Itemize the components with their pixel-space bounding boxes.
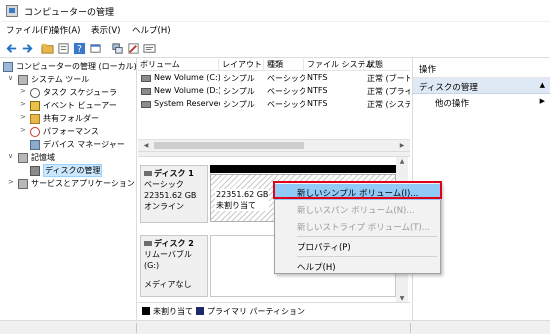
scroll-up-icon[interactable]: ▲ — [396, 157, 408, 167]
volume-icon — [141, 88, 151, 95]
chevron-down-icon[interactable]: ∨ — [8, 74, 13, 82]
back-icon[interactable] — [4, 41, 18, 55]
properties-icon[interactable] — [56, 41, 70, 55]
menu-bar: ファイル(F) 操作(A) 表示(V) ヘルプ(H) — [0, 22, 550, 38]
tree-item-performance[interactable]: > パフォーマンス — [0, 126, 137, 138]
tree-item-task-scheduler[interactable]: > タスク スケジューラ — [0, 87, 137, 99]
disk-2-label[interactable]: ディスク 2 リムーバブル (G:) メディアなし — [140, 235, 208, 297]
menu-help[interactable]: ヘルプ(H) — [132, 24, 171, 36]
performance-icon — [30, 127, 40, 137]
tree-item-device-manager[interactable]: デバイス マネージャー — [0, 139, 137, 151]
actions-section-disk-management[interactable]: ディスクの管理 ▲ — [413, 78, 550, 94]
menu-separator — [297, 236, 437, 237]
tree-item-shared-folders[interactable]: > 共有フォルダー — [0, 113, 137, 125]
actions-header: 操作 — [413, 58, 550, 78]
view-icon[interactable] — [142, 41, 156, 55]
unallocated-swatch — [142, 307, 150, 315]
settings-icon[interactable] — [126, 41, 140, 55]
action-other-operations[interactable]: 他の操作 ▶ — [413, 95, 550, 109]
storage-icon — [18, 153, 28, 163]
tree-item-disk-management[interactable]: ディスクの管理 — [0, 164, 137, 177]
legend-unallocated: 未割り当て — [153, 307, 193, 316]
primary-partition-swatch — [196, 307, 204, 315]
unallocated-bar — [210, 165, 396, 173]
device-manager-icon — [30, 140, 40, 150]
event-viewer-icon — [30, 101, 40, 111]
navigation-tree: コンピューターの管理 (ローカル) ∨ システム ツール > タスク スケジュー… — [0, 58, 137, 320]
column-header-volume[interactable]: ボリューム — [138, 59, 219, 71]
tree-item-event-viewer[interactable]: > イベント ビューアー — [0, 100, 137, 112]
scroll-right-icon[interactable]: ▶ — [396, 141, 408, 151]
clock-icon — [30, 88, 40, 98]
scrollbar-thumb[interactable] — [154, 142, 304, 149]
chevron-right-icon[interactable]: > — [8, 178, 14, 186]
menu-item-help[interactable]: ヘルプ(H) — [275, 258, 442, 274]
computer-icon — [3, 62, 13, 72]
horizontal-scrollbar[interactable]: ◀ ▶ — [138, 139, 410, 151]
disk-1-label[interactable]: ディスク 1 ベーシック 22351.62 GB オンライン — [140, 165, 208, 223]
volume-icon — [141, 101, 151, 108]
column-header-status[interactable]: 状態 — [365, 59, 410, 71]
scroll-left-icon[interactable]: ◀ — [140, 141, 152, 151]
menu-item-properties[interactable]: プロパティ(P) — [275, 238, 442, 254]
computer-management-icon — [6, 5, 18, 17]
menu-file[interactable]: ファイル(F) — [6, 24, 52, 36]
tree-item-root[interactable]: コンピューターの管理 (ローカル) — [0, 61, 137, 73]
tree-item-system-tools[interactable]: ∨ システム ツール — [0, 74, 137, 86]
help-icon[interactable]: ? — [72, 41, 86, 55]
chevron-right-icon: ▶ — [539, 97, 545, 105]
status-bar — [0, 320, 550, 334]
tree-item-storage[interactable]: ∨ 記憶域 — [0, 152, 137, 164]
disk-icon — [30, 166, 40, 176]
volume-list-header: ボリューム レイアウト 種類 ファイル システム 状態 — [138, 58, 410, 71]
svg-text:?: ? — [77, 44, 82, 55]
status-divider — [136, 323, 137, 333]
status-divider — [410, 323, 411, 333]
chevron-right-icon[interactable]: > — [20, 126, 26, 134]
up-folder-icon[interactable] — [40, 41, 54, 55]
menu-item-new-spanned-volume[interactable]: 新しいスパン ボリューム(N)... — [275, 201, 442, 217]
export-icon[interactable] — [110, 41, 124, 55]
menu-action[interactable]: 操作(A) — [51, 24, 80, 36]
shared-folder-icon — [30, 114, 40, 124]
menu-item-new-striped-volume[interactable]: 新しいストライプ ボリューム(T)... — [275, 218, 442, 234]
volume-row[interactable]: New Volume (D:) シンプル ベーシック NTFS 正常 (プライマ — [138, 86, 410, 98]
column-header-filesystem[interactable]: ファイル システム — [305, 59, 373, 71]
menu-view[interactable]: 表示(V) — [91, 24, 120, 36]
volume-list: ボリューム レイアウト 種類 ファイル システム 状態 New Volume (… — [138, 58, 410, 151]
volume-row[interactable]: System Reserved シンプル ベーシック NTFS 正常 (システ — [138, 99, 410, 111]
tools-icon — [18, 75, 28, 85]
chevron-up-icon[interactable]: ▲ — [540, 81, 545, 89]
window-title: コンピューターの管理 — [24, 8, 115, 18]
chevron-right-icon[interactable]: > — [20, 113, 26, 121]
services-icon — [18, 179, 28, 189]
toolbar: ? — [0, 38, 550, 58]
chevron-right-icon[interactable]: > — [20, 87, 26, 95]
chevron-down-icon[interactable]: ∨ — [8, 152, 13, 160]
volume-row[interactable]: New Volume (C:) シンプル ベーシック NTFS 正常 (ブート, — [138, 73, 410, 85]
volume-icon — [141, 75, 151, 82]
refresh-icon[interactable] — [88, 41, 102, 55]
legend: 未割り当て プライマリ パーティション — [138, 302, 410, 316]
forward-icon[interactable] — [20, 41, 34, 55]
title-bar: コンピューターの管理 — [0, 0, 550, 22]
legend-primary-partition: プライマリ パーティション — [207, 307, 306, 316]
column-header-type[interactable]: 種類 — [265, 59, 304, 71]
menu-separator — [297, 256, 437, 257]
column-header-layout[interactable]: レイアウト — [220, 59, 264, 71]
chevron-right-icon[interactable]: > — [20, 100, 26, 108]
highlight-annotation-box — [273, 181, 442, 199]
tree-item-services[interactable]: > サービスとアプリケーション — [0, 178, 137, 190]
